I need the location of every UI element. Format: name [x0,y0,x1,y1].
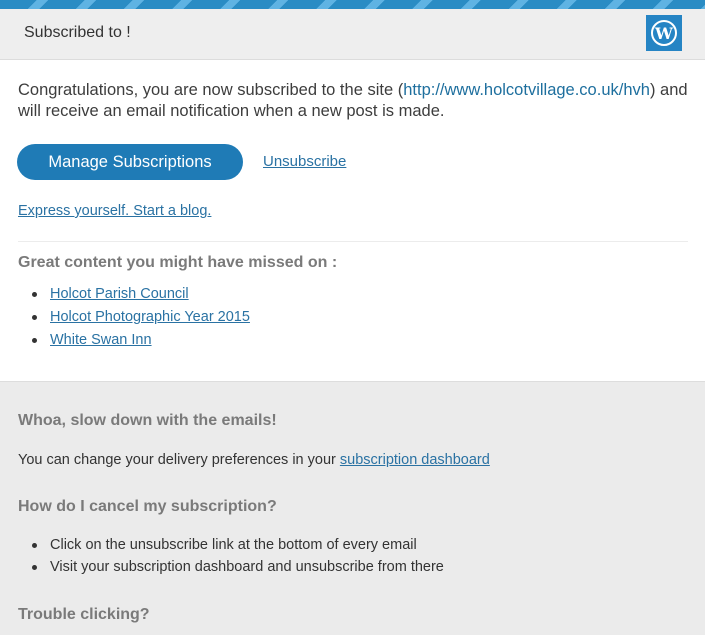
section-divider [18,241,688,242]
list-item: Click on the unsubscribe link at the bot… [32,534,444,556]
subscription-dashboard-link[interactable]: subscription dashboard [340,452,490,468]
list-item[interactable]: Holcot Photographic Year 2015 [32,306,250,329]
missed-link-holcot-parish-council[interactable]: Holcot Parish Council [50,286,189,302]
page-title: Subscribed to ! [24,24,131,41]
header-bar: Subscribed to ! W [0,9,705,60]
list-item: Visit your subscription dashboard and un… [32,556,444,578]
svg-text:W: W [654,24,674,43]
wordpress-logo-icon[interactable]: W [646,15,682,51]
delivery-preferences-text: You can change your delivery preferences… [18,452,490,468]
manage-subscriptions-button[interactable]: Manage Subscriptions [17,144,243,180]
trouble-clicking-heading: Trouble clicking? [18,606,150,623]
list-item[interactable]: White Swan Inn [32,329,250,352]
missed-link-white-swan-inn[interactable]: White Swan Inn [50,332,152,348]
top-decorative-stripe [0,0,705,9]
list-item[interactable]: Holcot Parish Council [32,283,250,306]
slow-down-heading: Whoa, slow down with the emails! [18,412,277,429]
cancel-instructions-list: Click on the unsubscribe link at the bot… [32,534,444,578]
subscription-confirmation-text: Congratulations, you are now subscribed … [18,80,688,122]
delivery-text: You can change your delivery preferences… [18,452,340,468]
missed-content-heading: Great content you might have missed on : [18,254,338,271]
start-a-blog-link[interactable]: Express yourself. Start a blog. [18,203,211,219]
cancel-heading: How do I cancel my subscription? [18,498,277,515]
site-link[interactable]: http://www.holcotvillage.co.uk/hvh [403,81,650,99]
intro-text-before: Congratulations, you are now subscribed … [18,81,404,99]
main-content: Congratulations, you are now subscribed … [0,60,705,382]
missed-content-list: Holcot Parish Council Holcot Photographi… [32,283,250,352]
unsubscribe-link[interactable]: Unsubscribe [263,153,346,170]
missed-link-photographic-year[interactable]: Holcot Photographic Year 2015 [50,309,250,325]
